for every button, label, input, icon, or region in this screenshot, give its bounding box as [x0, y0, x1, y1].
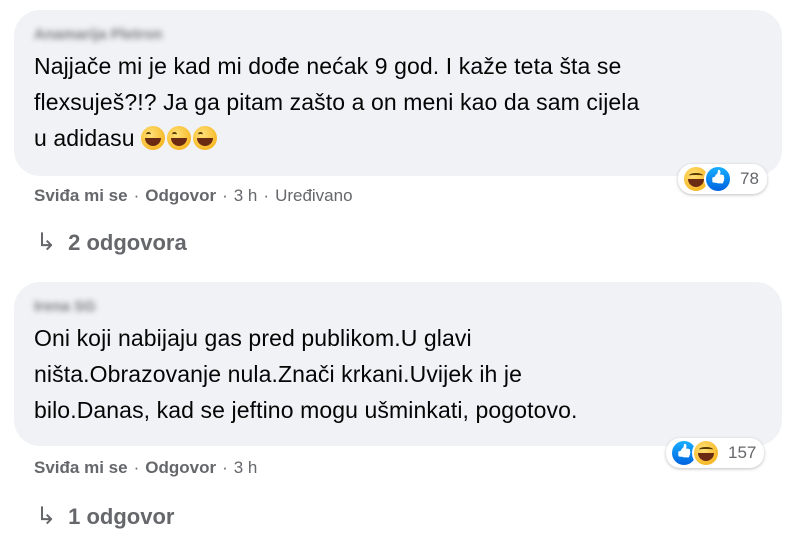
comment-author[interactable]: Anamarija Pletron [34, 24, 764, 46]
comment-text-line: bilo.Danas, kad se jeftino mogu ušminkat… [34, 397, 578, 423]
comment: Anamarija Pletron Najjače mi je kad mi d… [14, 10, 782, 256]
edited-label: Uređivano [275, 186, 353, 205]
comment-timestamp[interactable]: 3 h [234, 186, 258, 205]
reaction-summary[interactable]: 157 [666, 438, 765, 468]
comment-text-line: Oni koji nabijaju gas pred publikom.U gl… [34, 325, 472, 351]
replies-count-label: 2 odgovora [68, 229, 187, 255]
comment-actions: Sviđa mi se · Odgovor · 3 h [34, 458, 258, 477]
emoji-group [141, 124, 219, 160]
haha-reaction-icon [692, 439, 720, 467]
comment-timestamp[interactable]: 3 h [234, 458, 258, 477]
comment-text-line: ništa.Obrazovanje nula.Znači krkani.Uvij… [34, 361, 523, 387]
comment-text-line: u adidasu [34, 120, 764, 160]
comment-text-line: flexsuješ?!? Ja ga pitam zašto a on meni… [34, 89, 640, 115]
reply-button[interactable]: Odgovor [145, 186, 216, 205]
like-button[interactable]: Sviđa mi se [34, 186, 128, 205]
comment-actions: Sviđa mi se · Odgovor · 3 h · Uređivano [34, 186, 353, 205]
replies-count-label: 1 odgovor [68, 503, 175, 529]
comment: Irena SG Oni koji nabijaju gas pred publ… [14, 282, 782, 530]
grinning-sweat-icon [167, 126, 192, 150]
comment-bubble: Irena SG Oni koji nabijaju gas pred publ… [14, 282, 782, 446]
reaction-count: 157 [728, 443, 757, 462]
reaction-summary[interactable]: 78 [678, 164, 767, 194]
reply-arrow-icon: ↳ [36, 229, 57, 256]
reply-arrow-icon: ↳ [36, 503, 57, 530]
like-reaction-icon [704, 165, 732, 193]
comment-bubble: Anamarija Pletron Najjače mi je kad mi d… [14, 10, 782, 176]
view-replies-link[interactable]: ↳ 1 odgovor [36, 502, 174, 531]
reaction-count: 78 [740, 169, 759, 188]
comment-text: Najjače mi je kad mi dođe nećak 9 god. I… [34, 48, 764, 160]
comment-author[interactable]: Irena SG [34, 296, 764, 318]
comment-text: Oni koji nabijaju gas pred publikom.U gl… [34, 320, 764, 428]
grinning-sweat-icon [141, 126, 166, 150]
comment-text-line: Najjače mi je kad mi dođe nećak 9 god. I… [34, 53, 622, 79]
grinning-sweat-icon [193, 126, 218, 150]
comment-text-line-end: u adidasu [34, 125, 135, 151]
reply-button[interactable]: Odgovor [145, 458, 216, 477]
view-replies-link[interactable]: ↳ 2 odgovora [36, 228, 187, 257]
like-button[interactable]: Sviđa mi se [34, 458, 128, 477]
